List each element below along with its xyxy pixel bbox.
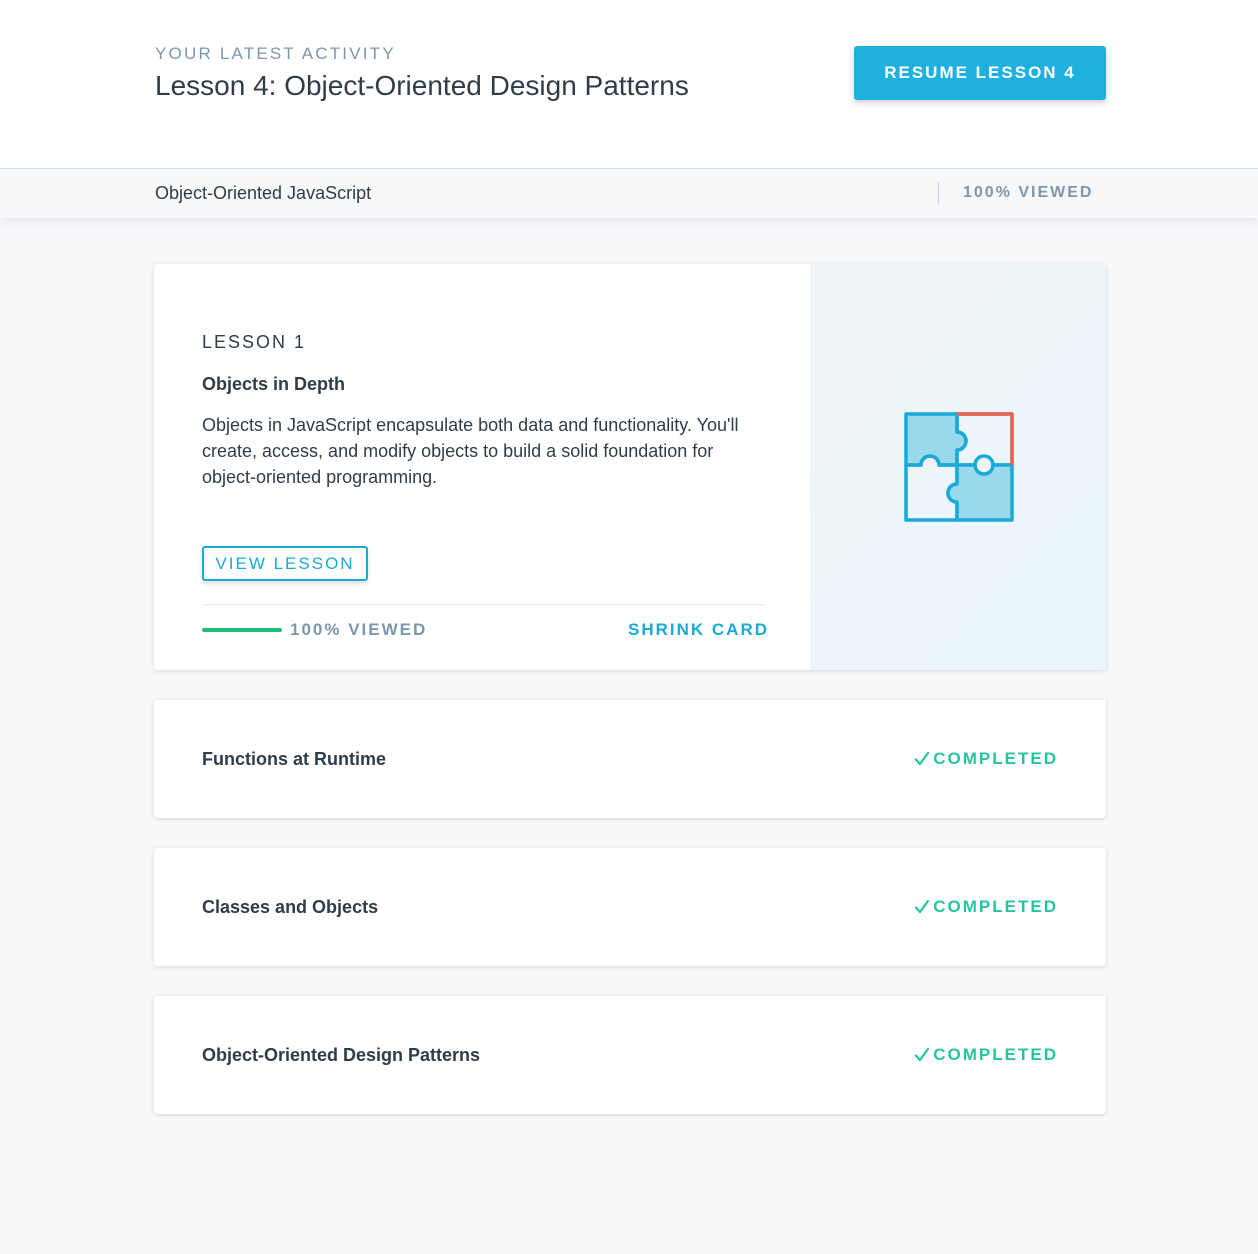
- completed-label: COMPLETED: [933, 1045, 1058, 1064]
- progress-bar: [202, 628, 282, 632]
- lesson-title: Object-Oriented Design Patterns: [202, 1045, 481, 1065]
- view-lesson-button[interactable]: VIEW LESSON: [202, 546, 368, 581]
- lesson-title: Classes and Objects: [202, 897, 379, 917]
- progress-bar-fill: [202, 628, 282, 632]
- lesson-number-label: LESSON 1: [202, 332, 307, 352]
- check-icon: [915, 899, 930, 914]
- completed-status: COMPLETED: [914, 897, 1058, 917]
- lesson-title: Objects in Depth: [202, 374, 346, 394]
- completed-label: COMPLETED: [933, 897, 1058, 916]
- lesson-card[interactable]: Functions at Runtime COMPLETED: [154, 700, 1106, 818]
- lesson-card[interactable]: Object-Oriented Design Patterns COMPLETE…: [154, 996, 1106, 1114]
- course-name: Object-Oriented JavaScript: [155, 183, 372, 203]
- check-icon: [915, 1047, 930, 1062]
- course-viewed-status: 100% VIEWED: [963, 184, 1094, 201]
- eyebrow-label: YOUR LATEST ACTIVITY: [155, 44, 396, 63]
- latest-activity-header: YOUR LATEST ACTIVITY Lesson 4: Object-Or…: [0, 0, 1258, 169]
- lesson-illustration-panel: [810, 264, 1106, 670]
- lesson-card[interactable]: Classes and Objects COMPLETED: [154, 848, 1106, 966]
- lesson-description: Objects in JavaScript encapsulate both d…: [202, 415, 739, 487]
- resume-lesson-button[interactable]: RESUME LESSON 4: [854, 46, 1106, 100]
- progress-label: 100% VIEWED: [290, 620, 428, 639]
- completed-status: COMPLETED: [914, 749, 1058, 769]
- lesson-card-content: LESSON 1 Objects in Depth Objects in Jav…: [154, 264, 810, 670]
- course-bar-divider: [938, 182, 939, 204]
- completed-label: COMPLETED: [933, 749, 1058, 768]
- shrink-card-link[interactable]: SHRINK CARD: [628, 620, 769, 640]
- completed-status: COMPLETED: [914, 1045, 1058, 1065]
- puzzle-icon: [904, 412, 1014, 522]
- card-divider: [202, 604, 764, 605]
- check-icon: [915, 751, 930, 766]
- course-bar: Object-Oriented JavaScript 100% VIEWED: [0, 170, 1258, 218]
- lesson-title: Functions at Runtime: [202, 749, 386, 769]
- lesson-card-expanded: LESSON 1 Objects in Depth Objects in Jav…: [154, 264, 1106, 670]
- latest-lesson-title: Lesson 4: Object-Oriented Design Pattern…: [155, 70, 689, 101]
